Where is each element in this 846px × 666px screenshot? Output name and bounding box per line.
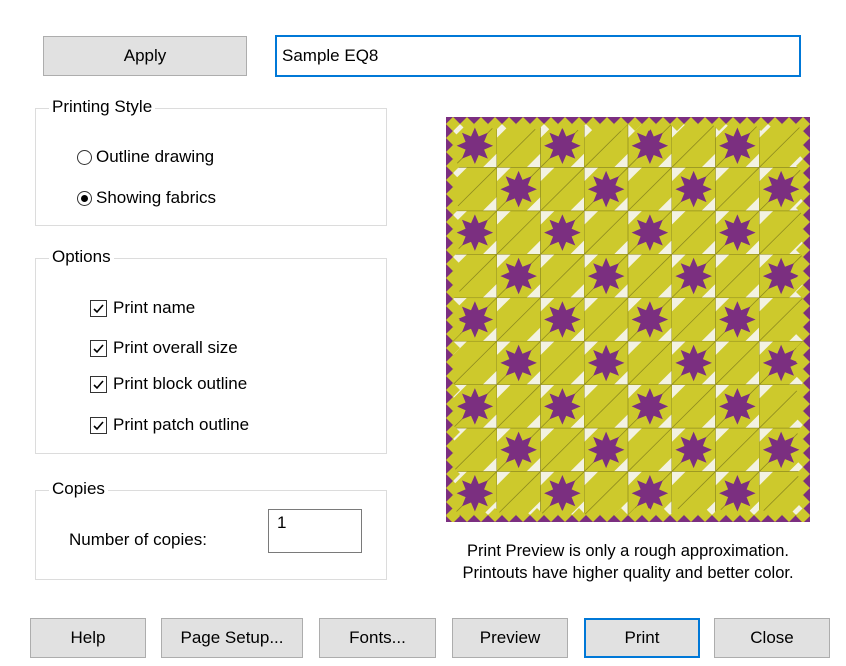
radio-button-selected[interactable] — [77, 190, 92, 206]
quilt-block — [715, 210, 760, 255]
quilt-block — [671, 427, 716, 472]
checkbox-label: Print overall size — [113, 338, 238, 357]
checkmark-icon — [93, 379, 104, 389]
quilt-block — [715, 471, 760, 516]
copies-label: Number of copies: — [69, 530, 207, 549]
quilt-block — [540, 297, 585, 342]
radio-label: Outline drawing — [96, 147, 215, 166]
quilt-name-input[interactable] — [275, 35, 801, 77]
radio-label: Showing fabrics — [96, 188, 217, 207]
page-setup-button[interactable]: Page Setup... — [161, 618, 303, 658]
quilt-block — [583, 340, 629, 385]
checkbox[interactable] — [90, 339, 107, 357]
checkmark-icon — [93, 420, 104, 430]
checkbox-print-name[interactable]: Print name — [90, 297, 195, 319]
quilt-block — [452, 297, 498, 342]
preview-note-line2: Printouts have higher quality and better… — [462, 564, 794, 582]
preview-button[interactable]: Preview — [452, 618, 568, 658]
quilt-block — [715, 297, 760, 342]
checkbox-print-patch-outline[interactable]: Print patch outline — [90, 414, 249, 436]
checkbox[interactable] — [90, 416, 107, 434]
quilt-block — [758, 167, 804, 212]
quilt-block — [758, 427, 804, 472]
checkbox-label: Print name — [113, 298, 196, 317]
copies-title: Copies — [49, 479, 108, 499]
quilt-block — [627, 210, 673, 255]
checkbox-label: Print patch outline — [113, 415, 250, 434]
quilt-block — [758, 254, 804, 299]
help-button[interactable]: Help — [30, 618, 146, 658]
quilt-block — [671, 340, 716, 385]
quilt-block — [496, 167, 541, 212]
checkbox-print-overall-size[interactable]: Print overall size — [90, 337, 238, 359]
quilt-block — [540, 123, 585, 168]
quilt-block — [715, 123, 760, 168]
quilt-preview-image — [446, 117, 810, 522]
printing-style-title: Printing Style — [49, 97, 156, 117]
quilt-block — [583, 167, 629, 212]
apply-button[interactable]: Apply — [43, 36, 247, 76]
quilt-block — [583, 427, 629, 472]
options-title: Options — [49, 247, 114, 267]
quilt-block — [715, 384, 760, 429]
quilt-block — [671, 254, 716, 299]
quilt-block — [627, 297, 673, 342]
quilt-block — [540, 384, 585, 429]
radio-outline-drawing[interactable]: Outline drawing — [77, 146, 214, 168]
quilt-block — [583, 254, 629, 299]
quilt-block — [452, 210, 498, 255]
preview-note-line1: Print Preview is only a rough approximat… — [467, 542, 789, 560]
fonts-button[interactable]: Fonts... — [319, 618, 436, 658]
quilt-block — [452, 123, 498, 168]
radio-showing-fabrics[interactable]: Showing fabrics — [77, 187, 216, 209]
print-button[interactable]: Print — [584, 618, 700, 658]
copies-input[interactable] — [268, 509, 362, 553]
checkbox-print-block-outline[interactable]: Print block outline — [90, 373, 247, 395]
checkmark-icon — [93, 343, 104, 353]
quilt-block — [452, 384, 498, 429]
quilt-block — [496, 427, 541, 472]
checkbox[interactable] — [90, 375, 107, 393]
quilt-block — [496, 340, 541, 385]
checkbox-label: Print block outline — [113, 374, 248, 393]
checkbox[interactable] — [90, 299, 107, 317]
quilt-block — [540, 210, 585, 255]
quilt-block — [540, 471, 585, 516]
preview-note: Print Preview is only a rough approximat… — [418, 540, 838, 584]
checkmark-icon — [93, 303, 104, 313]
quilt-block — [452, 471, 498, 516]
quilt-block — [496, 254, 541, 299]
quilt-block — [671, 167, 716, 212]
radio-button[interactable] — [77, 149, 92, 165]
close-button[interactable]: Close — [714, 618, 830, 658]
quilt-block — [627, 384, 673, 429]
